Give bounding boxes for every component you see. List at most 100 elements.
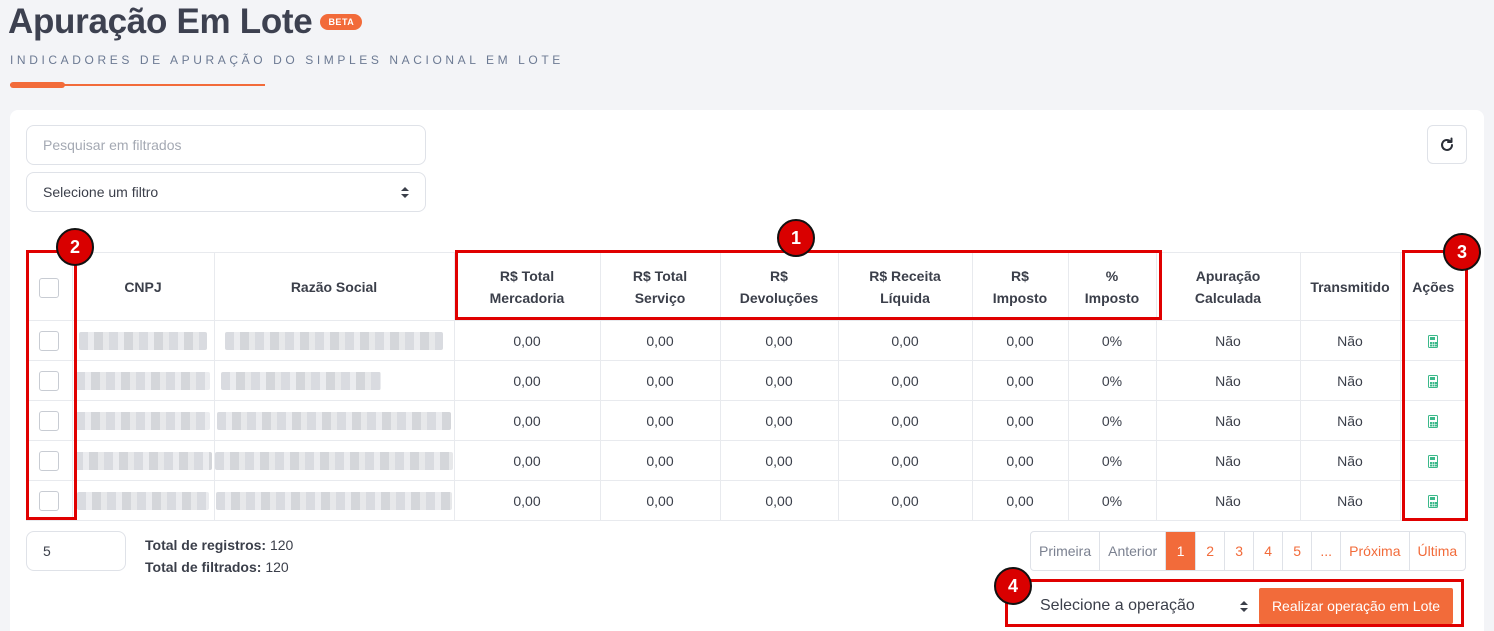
column-header-receita-liquida[interactable]: R$ Receita Líquida (838, 252, 973, 321)
totals-summary: Total de registros: 120 Total de filtrad… (145, 534, 293, 578)
annotation-marker-1: 1 (777, 219, 815, 257)
apuracao-table: CNPJ Razão Social R$ Total Mercadoria R$ … (26, 252, 1466, 521)
apuracao-calculada-cell: Não (1156, 440, 1301, 481)
total-filtrados-value: 120 (265, 559, 289, 575)
row-checkbox[interactable] (38, 450, 59, 471)
select-all-checkbox[interactable] (38, 277, 59, 298)
page-subtitle: INDICADORES DE APURAÇÃO DO SIMPLES NACIO… (10, 53, 564, 67)
table-row: 0,00 0,00 0,00 0,00 0,00 0% Não Não (26, 320, 1466, 361)
row-checkbox[interactable] (38, 330, 59, 351)
cnpj-redacted (74, 451, 212, 470)
row-checkbox[interactable] (38, 490, 59, 511)
cnpj-redacted (79, 331, 207, 350)
apuracao-calculada-cell: Não (1156, 480, 1301, 521)
page-next[interactable]: Próxima (1341, 532, 1410, 570)
devolucoes-cell: 0,00 (720, 440, 839, 481)
total-filtrados-label: Total de filtrados: (145, 559, 262, 575)
imposto-cell: 0,00 (972, 400, 1069, 441)
column-header-imposto[interactable]: R$ Imposto (972, 252, 1069, 321)
column-header-apuracao-calculada[interactable]: Apuração Calculada (1156, 252, 1301, 321)
table-row: 0,00 0,00 0,00 0,00 0,00 0% Não Não (26, 440, 1466, 481)
total-mercadoria-cell: 0,00 (454, 440, 601, 481)
page-3[interactable]: 3 (1225, 532, 1255, 570)
per-page-value: 5 (43, 543, 51, 559)
razao-social-redacted (217, 411, 451, 430)
total-servico-cell: 0,00 (600, 480, 721, 521)
annotation-marker-3: 3 (1443, 233, 1481, 271)
devolucoes-cell: 0,00 (720, 320, 839, 361)
page-title: Apuração Em Lote (8, 2, 313, 41)
imposto-cell: 0,00 (972, 440, 1069, 481)
total-registros-label: Total de registros: (145, 537, 267, 553)
calculator-icon[interactable] (1428, 335, 1439, 349)
page-previous[interactable]: Anterior (1100, 532, 1167, 570)
cnpj-redacted (76, 411, 210, 430)
calculator-icon[interactable] (1428, 495, 1439, 509)
razao-social-redacted (215, 451, 453, 470)
per-page-input[interactable]: 5 (26, 531, 126, 571)
razao-social-redacted (225, 331, 443, 350)
razao-social-redacted (220, 371, 381, 390)
row-checkbox[interactable] (38, 370, 59, 391)
column-header-cnpj[interactable]: CNPJ (72, 252, 215, 321)
pct-imposto-cell: 0% (1068, 440, 1157, 481)
page-first[interactable]: Primeira (1031, 532, 1101, 570)
total-servico-cell: 0,00 (600, 360, 721, 401)
page-header: Apuração Em Lote BETA (8, 2, 363, 42)
page-last[interactable]: Última (1410, 532, 1466, 570)
pagination: Primeira Anterior 1 2 3 4 5 ... Próxima … (1030, 531, 1467, 571)
transmitido-cell: Não (1300, 400, 1401, 441)
cnpj-redacted (76, 371, 210, 390)
table-row: 0,00 0,00 0,00 0,00 0,00 0% Não Não (26, 480, 1466, 521)
filter-select[interactable]: Selecione um filtro (26, 172, 426, 212)
column-header-total-mercadoria[interactable]: R$ Total Mercadoria (454, 252, 601, 321)
page-4[interactable]: 4 (1254, 532, 1284, 570)
pct-imposto-cell: 0% (1068, 320, 1157, 361)
total-servico-cell: 0,00 (600, 320, 721, 361)
devolucoes-cell: 0,00 (720, 360, 839, 401)
razao-social-redacted (216, 491, 452, 510)
refresh-button[interactable] (1427, 125, 1467, 164)
total-servico-cell: 0,00 (600, 440, 721, 481)
total-registros-value: 120 (269, 537, 294, 553)
apuracao-calculada-cell: Não (1156, 320, 1301, 361)
column-header-pct-imposto[interactable]: % Imposto (1068, 252, 1157, 321)
batch-operation-button[interactable]: Realizar operação em Lote (1259, 588, 1453, 624)
column-header-devolucoes[interactable]: R$ Devoluções (720, 252, 839, 321)
table-row: 0,00 0,00 0,00 0,00 0,00 0% Não Não (26, 360, 1466, 401)
sort-caret-icon (401, 186, 409, 198)
beta-badge: BETA (320, 14, 363, 30)
annotation-marker-4: 4 (994, 567, 1032, 605)
refresh-icon (1441, 137, 1453, 151)
apuracao-calculada-cell: Não (1156, 400, 1301, 441)
page-5[interactable]: 5 (1283, 532, 1313, 570)
apuracao-calculada-cell: Não (1156, 360, 1301, 401)
row-checkbox[interactable] (38, 410, 59, 431)
table-row: 0,00 0,00 0,00 0,00 0,00 0% Não Não (26, 400, 1466, 441)
total-servico-cell: 0,00 (600, 400, 721, 441)
column-header-razao-social[interactable]: Razão Social (214, 252, 455, 321)
page-2[interactable]: 2 (1196, 532, 1226, 570)
page-1[interactable]: 1 (1166, 532, 1197, 570)
calculator-icon[interactable] (1428, 415, 1439, 429)
operation-select[interactable]: Selecione a operação (1026, 588, 1258, 624)
pct-imposto-cell: 0% (1068, 400, 1157, 441)
receita-liquida-cell: 0,00 (838, 480, 973, 521)
devolucoes-cell: 0,00 (720, 480, 839, 521)
column-header-total-servico[interactable]: R$ Total Serviço (600, 252, 721, 321)
pct-imposto-cell: 0% (1068, 480, 1157, 521)
table-header-row: CNPJ Razão Social R$ Total Mercadoria R$ … (26, 252, 1466, 321)
transmitido-cell: Não (1300, 320, 1401, 361)
search-input[interactable] (26, 125, 426, 165)
receita-liquida-cell: 0,00 (838, 320, 973, 361)
calculator-icon[interactable] (1428, 375, 1439, 389)
imposto-cell: 0,00 (972, 360, 1069, 401)
transmitido-cell: Não (1300, 440, 1401, 481)
receita-liquida-cell: 0,00 (838, 400, 973, 441)
calculator-icon[interactable] (1428, 455, 1439, 469)
column-header-transmitido[interactable]: Transmitido (1300, 252, 1401, 321)
receita-liquida-cell: 0,00 (838, 360, 973, 401)
total-mercadoria-cell: 0,00 (454, 320, 601, 361)
pct-imposto-cell: 0% (1068, 360, 1157, 401)
receita-liquida-cell: 0,00 (838, 440, 973, 481)
